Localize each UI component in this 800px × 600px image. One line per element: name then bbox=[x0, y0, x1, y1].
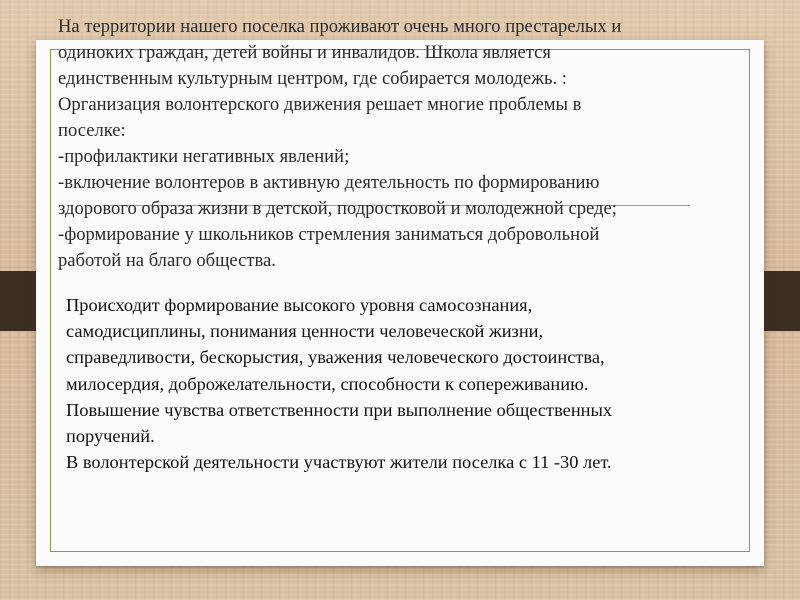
bottom-paragraph-line: справедливости, бескорыстия, уважения че… bbox=[66, 347, 605, 368]
bottom-paragraph-line: милосердия, доброжелательности, способно… bbox=[66, 373, 589, 394]
top-paragraph-line: -формирование у школьников стремления за… bbox=[58, 224, 600, 245]
bottom-paragraph-line: В волонтерской деятельности участвуют жи… bbox=[66, 452, 612, 473]
top-paragraph-line: -включение волонтеров в активную деятель… bbox=[58, 172, 600, 193]
top-paragraph: На территории нашего поселка проживают о… bbox=[58, 14, 748, 274]
top-paragraph-line: единственным культурным центром, где соб… bbox=[58, 68, 567, 89]
top-paragraph-line: здорового образа жизни в детской, подрос… bbox=[58, 198, 617, 219]
top-paragraph-line: Организация волонтерского движения решае… bbox=[58, 94, 582, 115]
bottom-paragraph-line: самодисциплины, понимания ценности челов… bbox=[66, 321, 544, 342]
top-paragraph-line: поселке: bbox=[58, 120, 126, 141]
top-paragraph-line: На территории нашего поселка проживают о… bbox=[58, 16, 622, 37]
top-paragraph-line: -профилактики негативных явлений; bbox=[58, 146, 350, 167]
top-paragraph-line: работой на благо общества. bbox=[58, 250, 276, 271]
bottom-paragraph: Происходит формирование высокого уровня … bbox=[66, 292, 736, 475]
bottom-paragraph-line: поручений. bbox=[66, 426, 155, 447]
bottom-paragraph-line: Происходит формирование высокого уровня … bbox=[66, 295, 533, 315]
top-paragraph-line: одиноких граждан, детей войны и инвалидо… bbox=[58, 42, 551, 63]
bottom-paragraph-line: Повышение чувства ответственности при вы… bbox=[66, 399, 613, 420]
